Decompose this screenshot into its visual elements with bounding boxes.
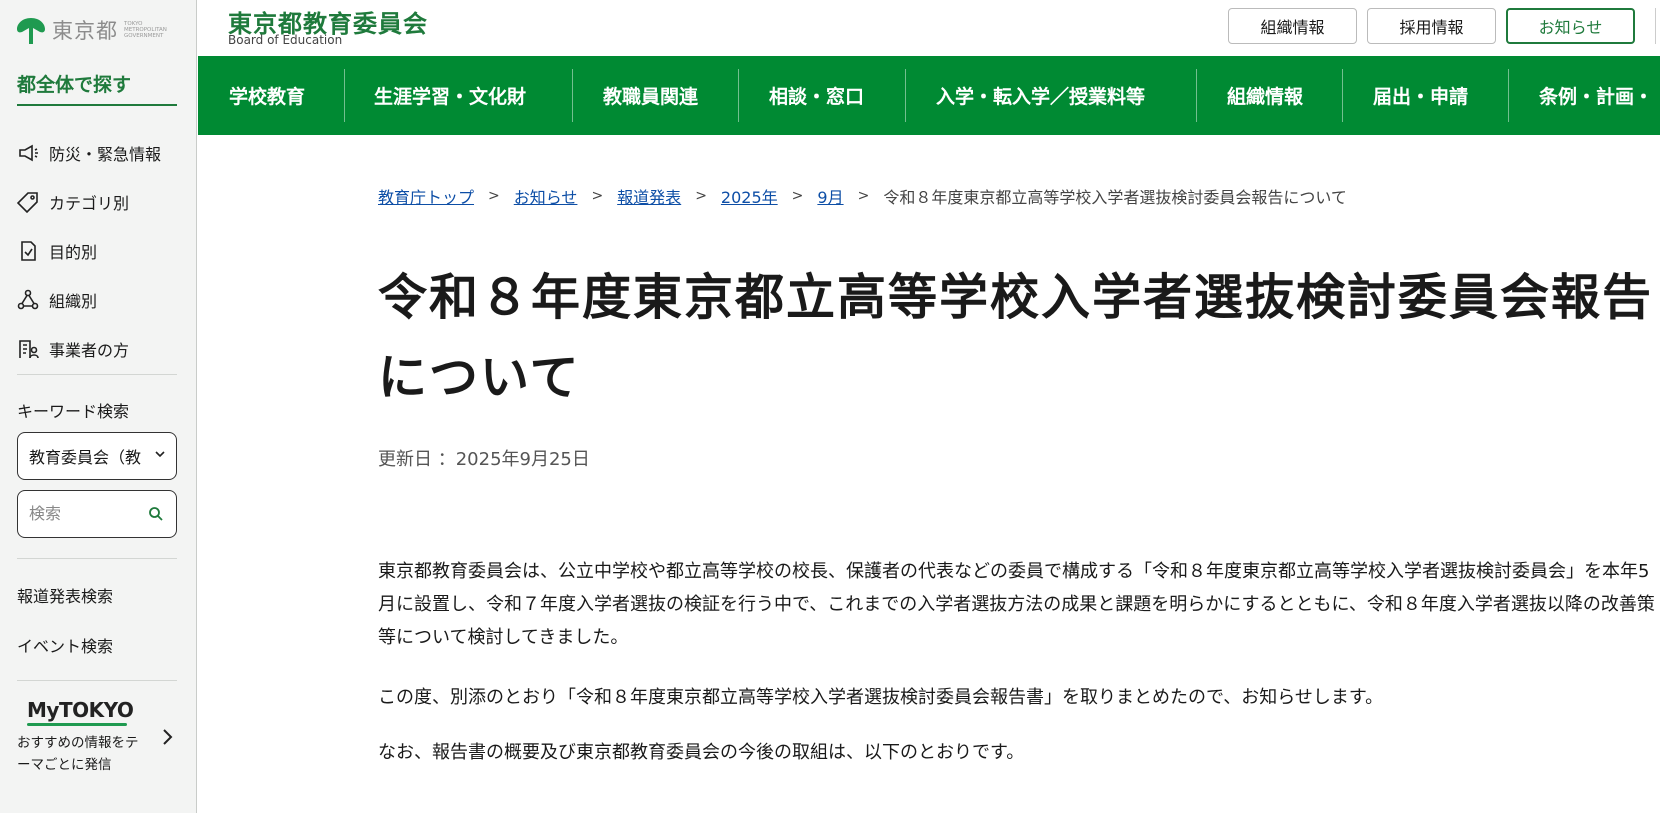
search-field[interactable] (17, 490, 177, 538)
chevron-down-icon (155, 451, 165, 458)
recruitment-button[interactable]: 採用情報 (1367, 8, 1496, 44)
header-divider (1655, 8, 1656, 44)
search-icon[interactable] (148, 506, 164, 522)
side-nav-business[interactable]: 事業者の方 (17, 324, 182, 373)
breadcrumb-link-press[interactable]: 報道発表 (617, 184, 681, 208)
mytokyo-description: おすすめの情報をテーマごとに発信 (17, 735, 139, 773)
side-nav-label: 事業者の方 (49, 340, 130, 360)
search-scope-select[interactable]: 教育委員会（教 (17, 432, 177, 480)
sidebar-divider (17, 680, 177, 681)
gnav-regulations[interactable]: 条例・計画・ (1539, 56, 1653, 135)
tag-icon (17, 191, 38, 213)
gnav-organization[interactable]: 組織情報 (1227, 56, 1303, 135)
side-nav-disaster[interactable]: 防災・緊急情報 (17, 128, 182, 177)
side-nav: 防災・緊急情報 カテゴリ別 目的別 組織別 事業者の方 (17, 128, 182, 373)
ginkgo-logo-icon (17, 18, 45, 44)
logo-english: TOKYO METROPOLITAN GOVERNMENT (124, 21, 167, 39)
logo-name: 東京都 (52, 19, 118, 43)
side-nav-category[interactable]: カテゴリ別 (17, 177, 182, 226)
chevron-right-icon: > (857, 188, 870, 204)
gnav-staff[interactable]: 教職員関連 (603, 56, 698, 135)
gnav-separator (905, 69, 906, 122)
breadcrumb-link-notice[interactable]: お知らせ (514, 184, 578, 208)
side-nav-label: カテゴリ別 (49, 193, 130, 213)
body-paragraph: この度、別添のとおり「令和８年度東京都立高等学校入学者選抜検討委員会報告書」を取… (378, 687, 1384, 708)
side-heading: 都全体で探す (17, 70, 177, 106)
press-release-search-link[interactable]: 報道発表検索 (17, 583, 113, 607)
body-paragraph: 東京都教育委員会は、公立中学校や都立高等学校の校長、保護者の代表などの委員で構成… (378, 561, 1655, 648)
gnav-separator (1196, 69, 1197, 122)
chevron-right-icon: > (488, 188, 500, 204)
checklist-icon (21, 240, 36, 261)
breadcrumb-current: 令和８年度東京都立高等学校入学者選抜検討委員会報告について (883, 188, 1347, 207)
sidebar-divider (17, 558, 177, 559)
mytokyo-logo: MyTOKYO (27, 698, 134, 722)
gnav-applications[interactable]: 届出・申請 (1373, 56, 1468, 135)
updated-date: 更新日 ：2025年9月25日 (378, 449, 590, 470)
breadcrumb-link-year[interactable]: 2025年 (721, 184, 778, 208)
mytokyo-banner[interactable]: MyTOKYO おすすめの情報をテーマごとに発信 (17, 698, 187, 776)
gnav-admission[interactable]: 入学・転入学／授業料等 (936, 56, 1145, 135)
side-nav-organization[interactable]: 組織別 (17, 275, 182, 324)
gnav-separator (344, 69, 345, 122)
breadcrumb-link-top[interactable]: 教育庁トップ (378, 184, 474, 208)
keyword-search-label: キーワード検索 (17, 402, 130, 421)
gnav-separator (1342, 69, 1343, 122)
side-nav-purpose[interactable]: 目的別 (17, 226, 182, 275)
gnav-lifelong-learning[interactable]: 生涯学習・文化財 (374, 56, 526, 135)
chevron-right-icon: > (791, 188, 804, 204)
gnav-school-education[interactable]: 学校教育 (229, 56, 305, 135)
side-nav-label: 防災・緊急情報 (49, 144, 162, 164)
notice-button[interactable]: お知らせ (1506, 8, 1635, 44)
chevron-right-icon: > (695, 188, 707, 204)
search-input[interactable] (29, 491, 149, 535)
gnav-separator (738, 69, 739, 122)
event-search-link[interactable]: イベント検索 (17, 633, 113, 657)
mytokyo-underline (27, 723, 127, 726)
chevron-right-icon (163, 729, 173, 745)
global-nav: 学校教育 生涯学習・文化財 教職員関連 相談・窓口 入学・転入学／授業料等 組織… (198, 56, 1660, 135)
gnav-separator (1508, 69, 1509, 122)
search-scope-value: 教育委員会（教 (29, 448, 142, 467)
sidebar: 東京都 TOKYO METROPOLITAN GOVERNMENT 都全体で探す… (0, 0, 197, 813)
side-nav-label: 目的別 (49, 242, 98, 262)
breadcrumb-link-month[interactable]: 9月 (817, 184, 843, 208)
gnav-consultation[interactable]: 相談・窓口 (769, 56, 864, 135)
breadcrumb: 教育庁トップ > お知らせ > 報道発表 > 2025年 > 9月 > 令和８年… (378, 184, 1347, 208)
business-icon (19, 339, 39, 358)
gnav-separator (572, 69, 573, 122)
organization-icon (17, 289, 39, 309)
page-title: 令和８年度東京都立高等学校入学者選抜検討委員会報告について (378, 269, 1654, 406)
chevron-right-icon: > (591, 188, 604, 204)
site-subtitle: Board of Education (228, 33, 343, 47)
org-info-button[interactable]: 組織情報 (1228, 8, 1357, 44)
tokyo-logo[interactable]: 東京都 TOKYO METROPOLITAN GOVERNMENT (16, 14, 172, 46)
side-nav-label: 組織別 (49, 291, 98, 311)
megaphone-icon (19, 144, 38, 161)
sidebar-divider (17, 374, 177, 375)
body-paragraph: なお、報告書の概要及び東京都教育委員会の今後の取組は、以下のとおりです。 (378, 742, 1025, 763)
